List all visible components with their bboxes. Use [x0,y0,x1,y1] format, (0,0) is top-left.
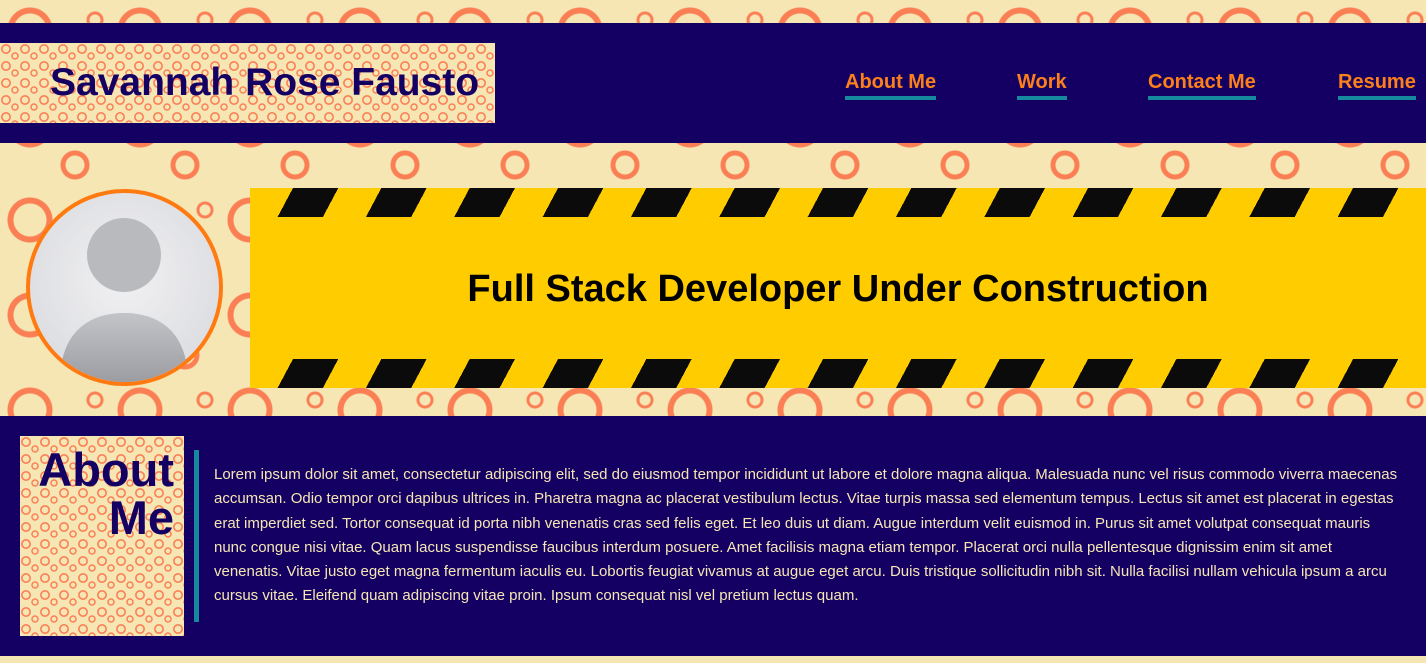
avatar [26,189,223,386]
banner-heading: Full Stack Developer Under Construction [467,268,1209,310]
hazard-stripes-top [250,188,1426,217]
construction-banner: Full Stack Developer Under Construction [250,188,1426,388]
nav-resume[interactable]: Resume [1338,70,1416,100]
about-body: Lorem ipsum dolor sit amet, consectetur … [214,466,1398,605]
nav-work[interactable]: Work [1017,70,1067,100]
brand-block: Savannah Rose Fausto [0,43,495,123]
nav-contact-me[interactable]: Contact Me [1148,70,1256,100]
about-section: About Me Lorem ipsum dolor sit amet, con… [0,416,1426,656]
hazard-stripes-bottom [250,359,1426,388]
nav-about-me[interactable]: About Me [845,70,937,100]
about-divider [194,450,199,622]
about-heading: About Me [38,443,174,544]
about-title-block: About Me [20,436,184,636]
site-header: Savannah Rose Fausto About Me Work Conta… [0,23,1426,143]
user-silhouette-icon [60,218,188,382]
site-title[interactable]: Savannah Rose Fausto [50,61,479,105]
